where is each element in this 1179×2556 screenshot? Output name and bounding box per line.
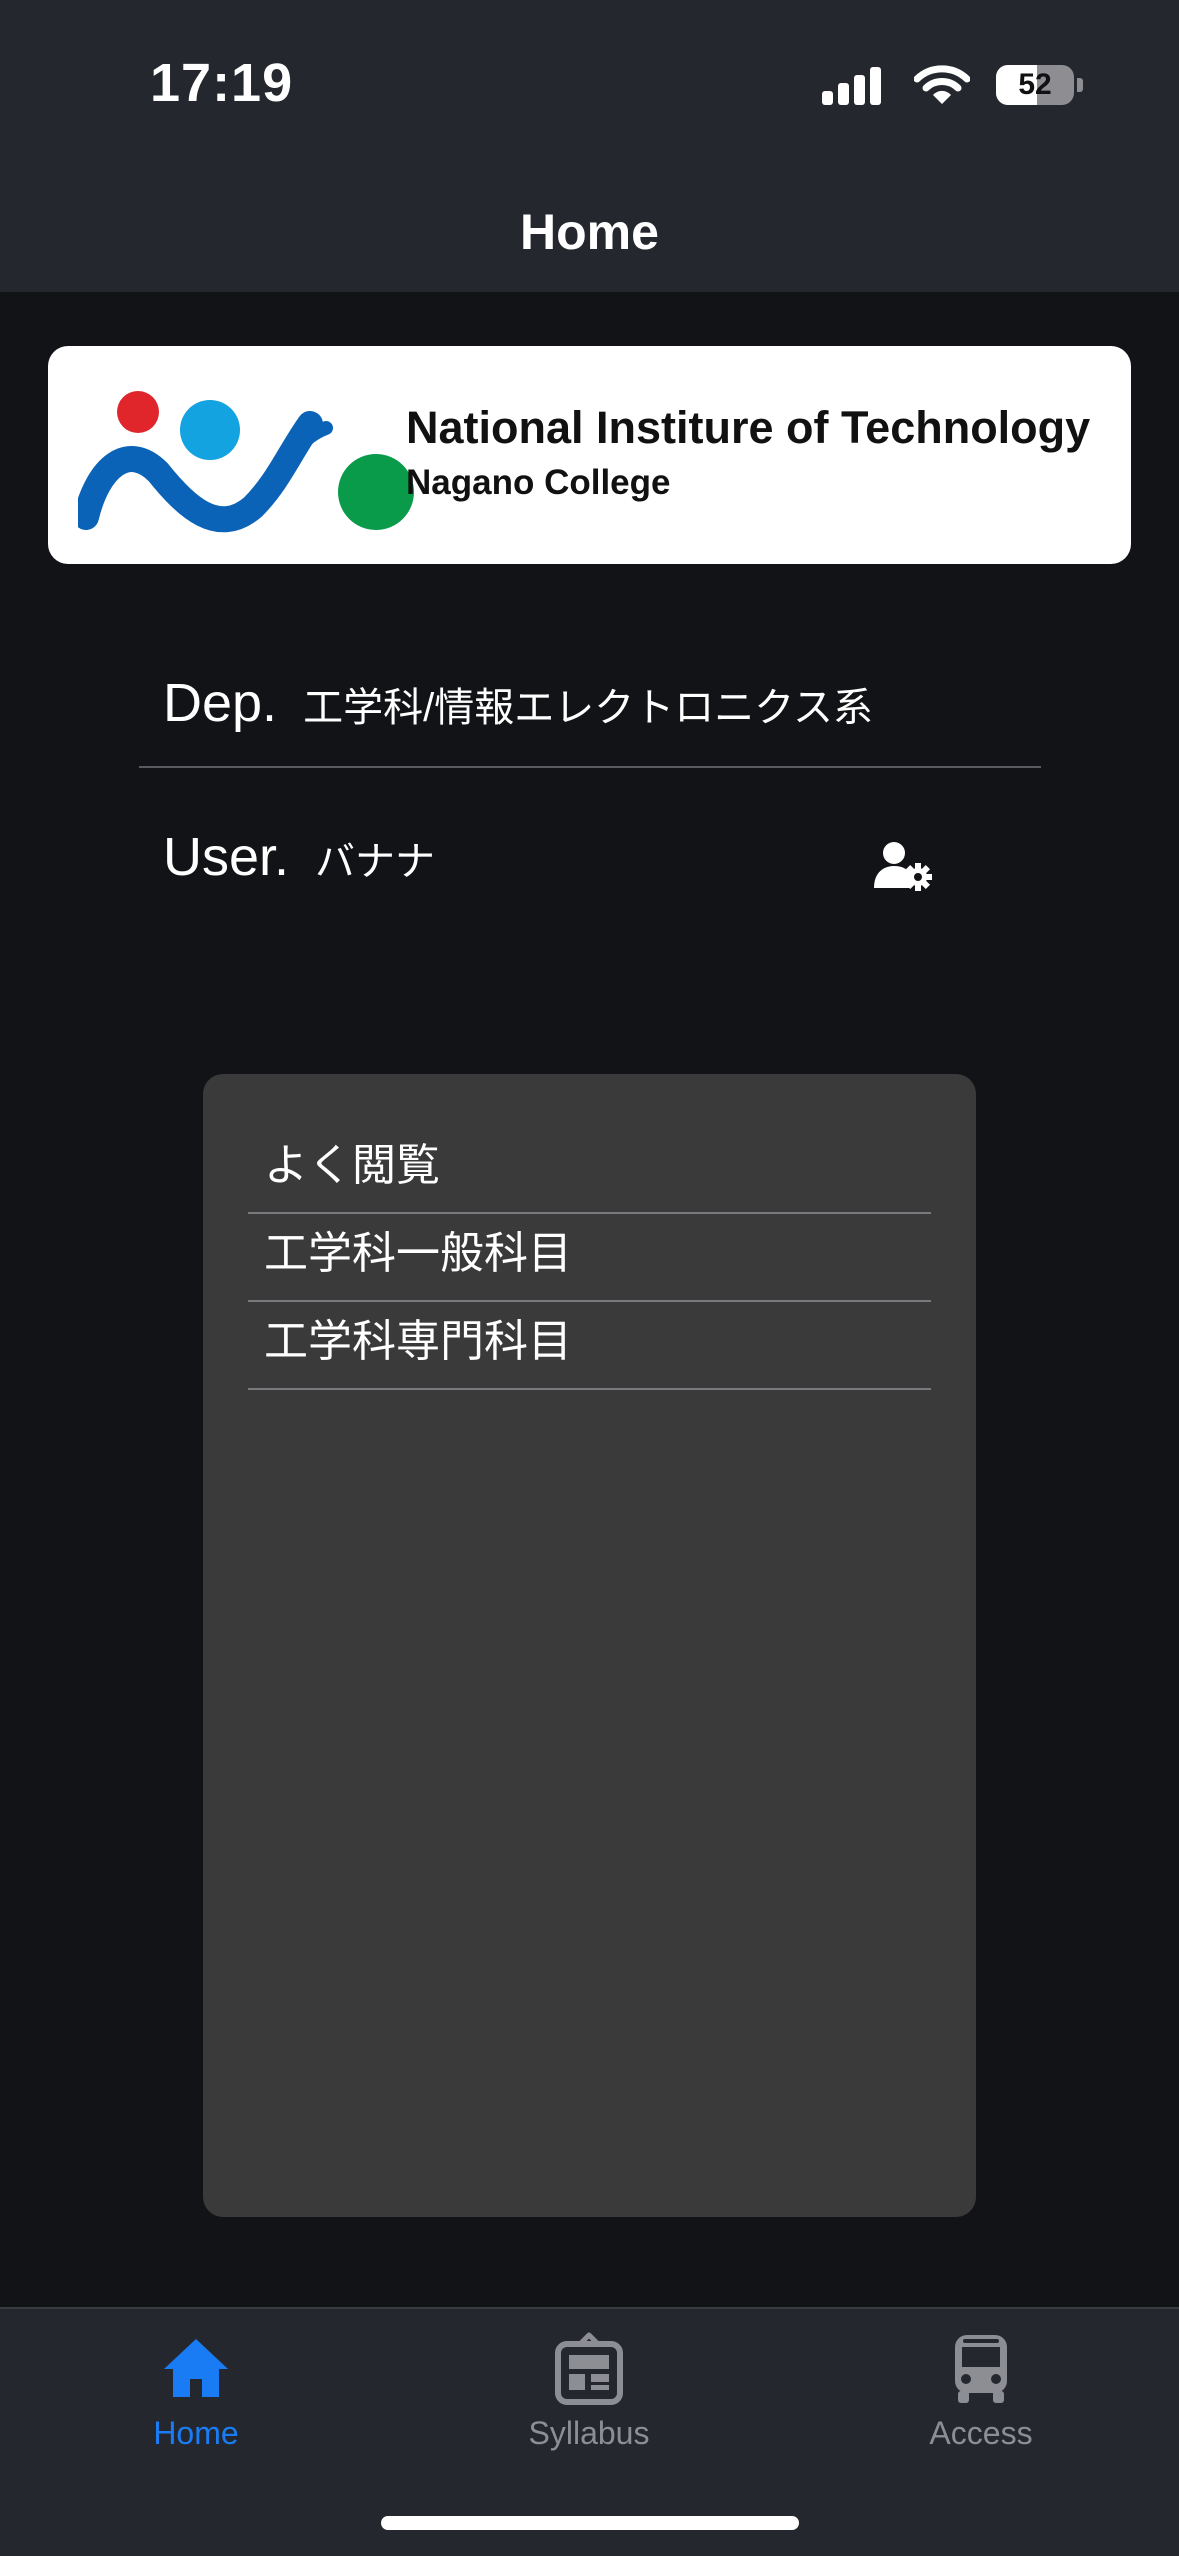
home-icon	[164, 2339, 228, 2397]
bus-icon	[955, 2335, 1007, 2403]
user-label: User.	[163, 827, 290, 887]
tab-access[interactable]: Access	[851, 2331, 1111, 2452]
user-settings-icon[interactable]	[872, 840, 934, 892]
department-divider	[139, 766, 1041, 768]
battery-tip	[1077, 78, 1083, 92]
syllabus-icon	[555, 2332, 623, 2405]
tab-syllabus[interactable]: Syllabus	[459, 2331, 719, 2452]
status-icons: 52	[822, 60, 1083, 110]
user-value: バナナ	[315, 840, 436, 884]
wifi-icon	[914, 65, 970, 104]
subject-menu-panel: よく閲覧 工学科一般科目 工学科専門科目	[203, 1074, 976, 2217]
tab-syllabus-label: Syllabus	[528, 2415, 650, 2451]
college-banner: National Institure of Technology Nagano …	[48, 346, 1131, 564]
menu-item-frequently-viewed[interactable]: よく閲覧	[248, 1126, 931, 1214]
tab-home[interactable]: Home	[66, 2331, 326, 2452]
status-time: 17:19	[150, 53, 294, 113]
department-row: Dep. 工学科/情報エレクトロニクス系	[163, 672, 873, 734]
top-bar: 17:19 52 Home	[0, 0, 1179, 292]
nagano-college-logo	[78, 391, 414, 533]
menu-item-general-subjects[interactable]: 工学科一般科目	[248, 1214, 931, 1302]
menu-item-specialized-subjects[interactable]: 工学科専門科目	[248, 1302, 931, 1390]
banner-title: National Institure of Technology	[406, 402, 1091, 453]
battery-level: 52	[1018, 68, 1052, 101]
department-label: Dep.	[163, 673, 278, 733]
subject-menu-list: よく閲覧 工学科一般科目 工学科専門科目	[248, 1126, 931, 1390]
tab-home-label: Home	[153, 2415, 239, 2451]
battery-icon: 52	[996, 65, 1074, 105]
banner-subtitle: Nagano College	[406, 463, 671, 502]
page-title: Home	[520, 204, 659, 260]
tab-access-label: Access	[929, 2415, 1033, 2451]
cellular-signal-icon	[822, 65, 886, 105]
department-value: 工学科/情報エレクトロニクス系	[303, 686, 873, 730]
user-row: User. バナナ	[163, 826, 435, 888]
home-indicator[interactable]	[381, 2516, 799, 2530]
